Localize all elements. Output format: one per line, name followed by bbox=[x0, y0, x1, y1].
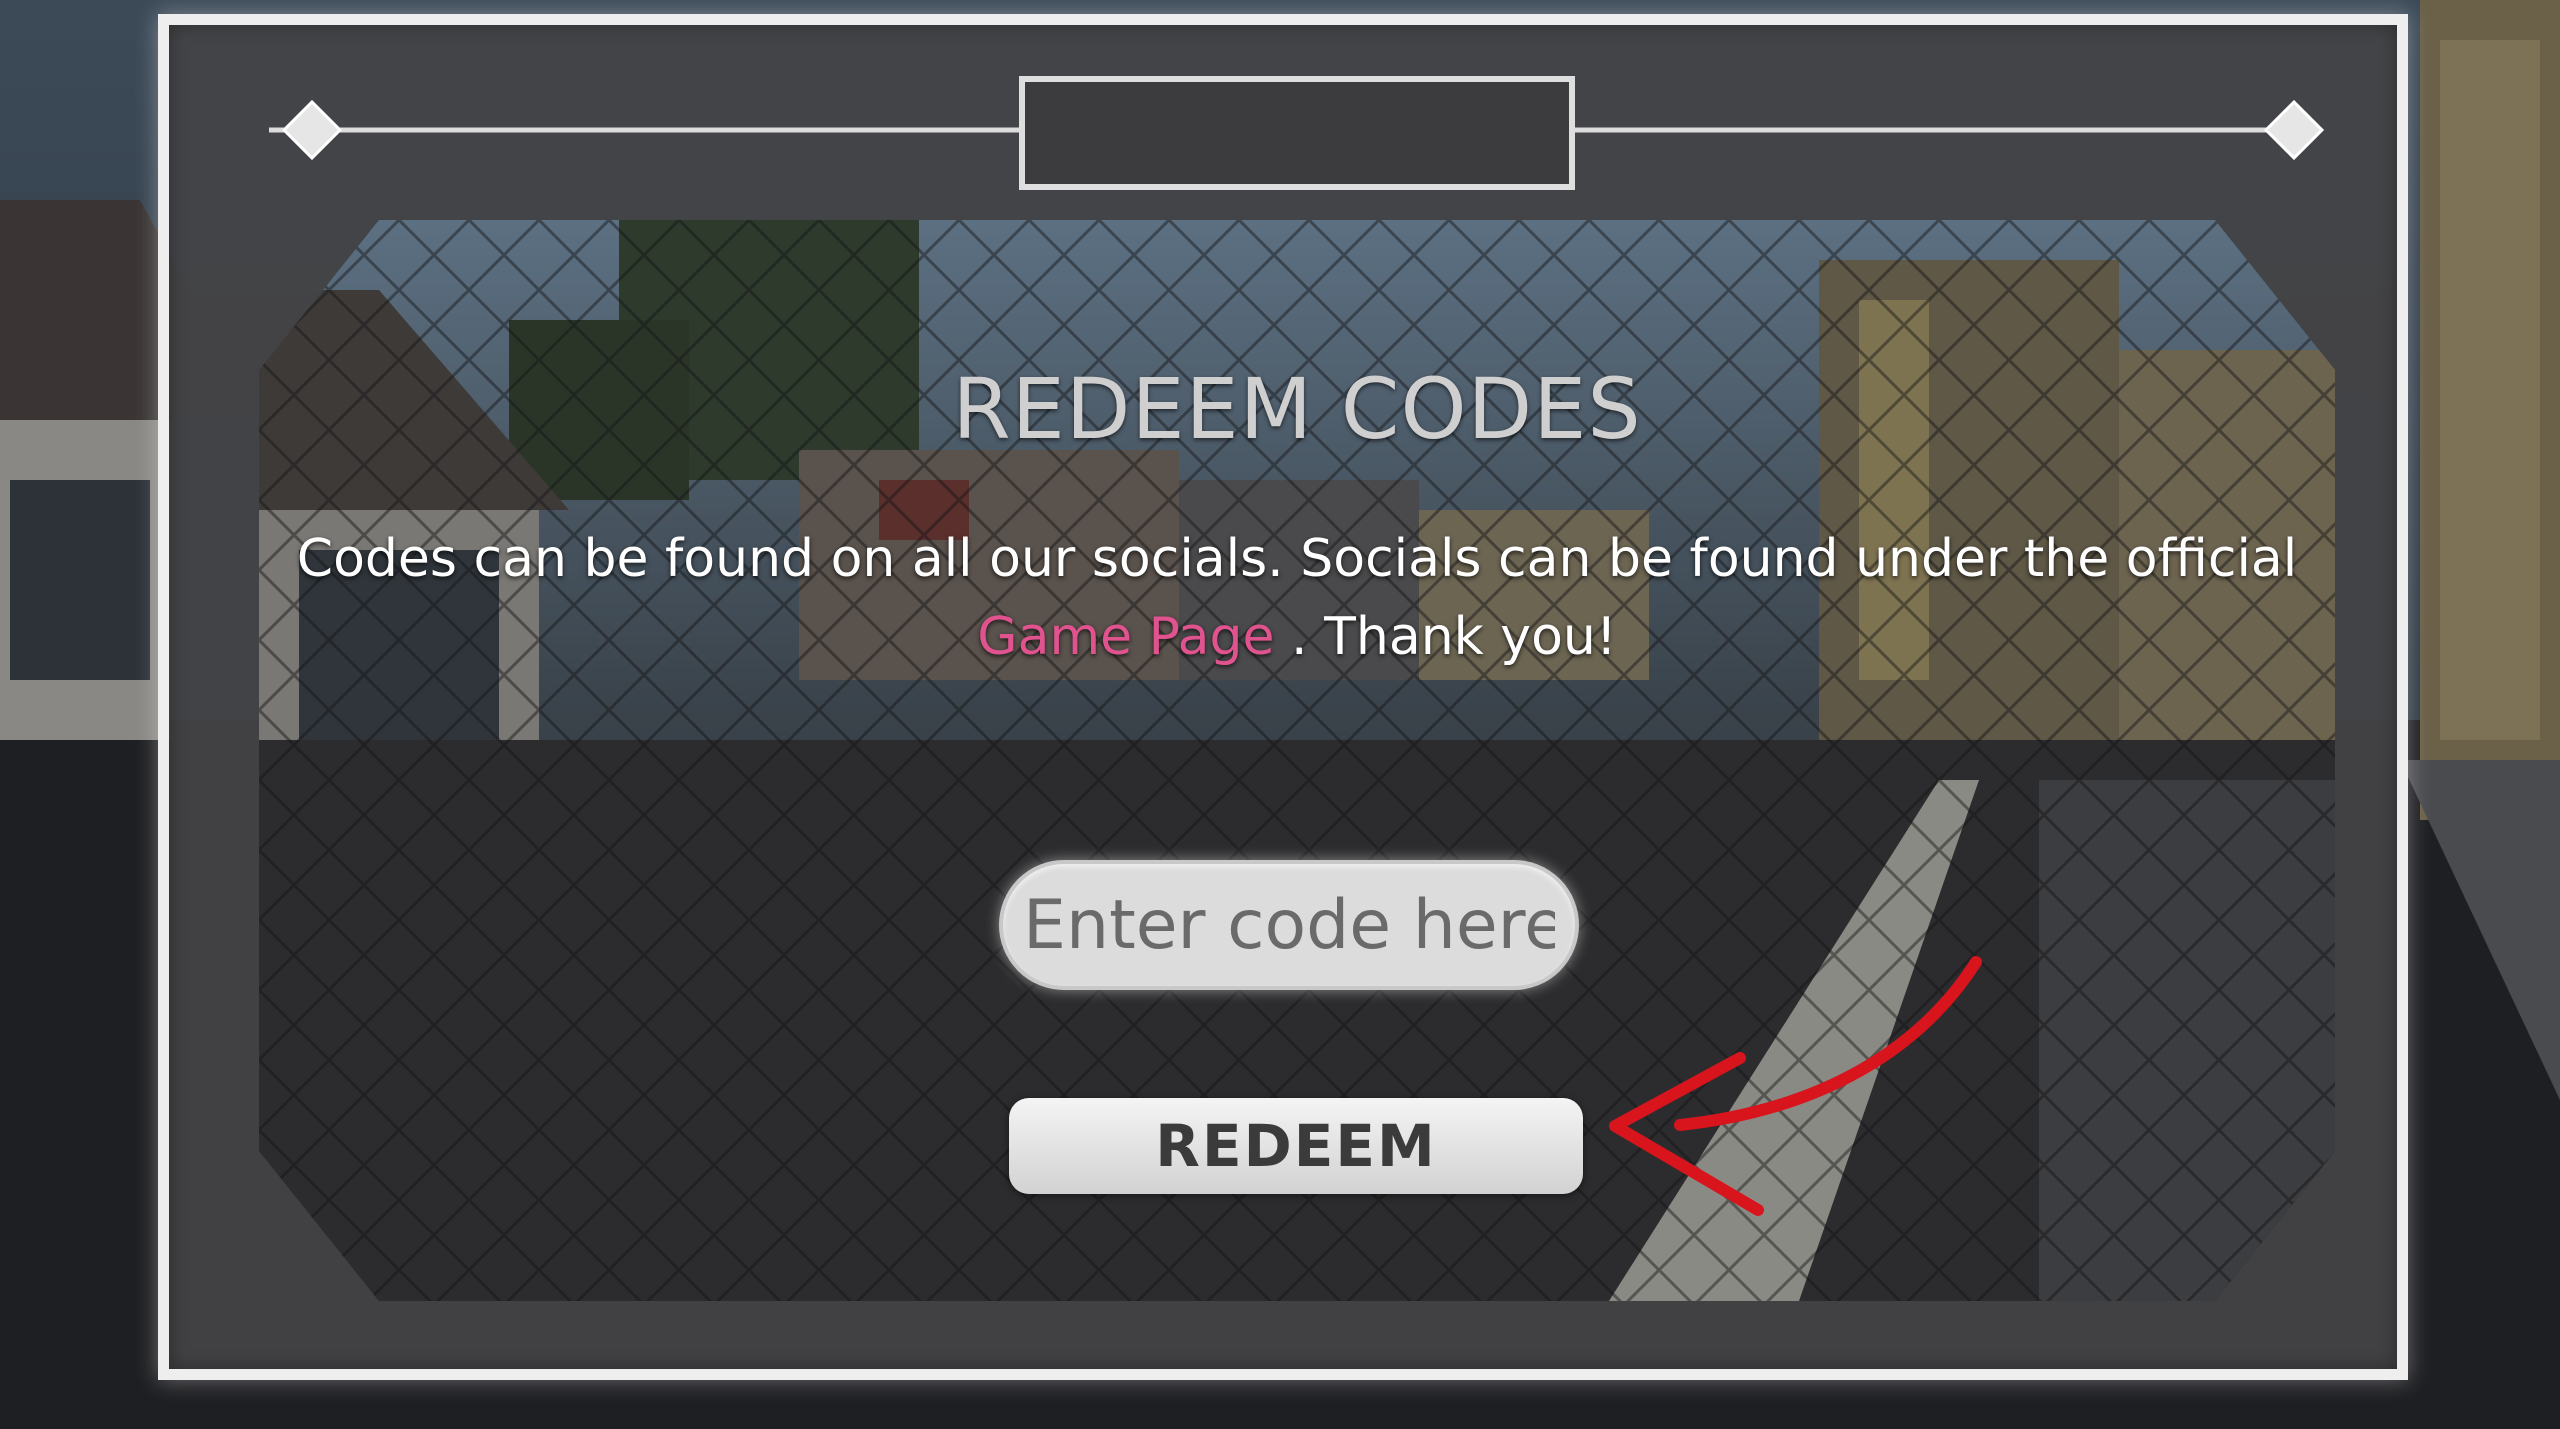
game-viewport: REDEEM CODES Codes can be found on all o… bbox=[0, 0, 2560, 1429]
annotation-arrow-icon bbox=[1609, 956, 1982, 1216]
